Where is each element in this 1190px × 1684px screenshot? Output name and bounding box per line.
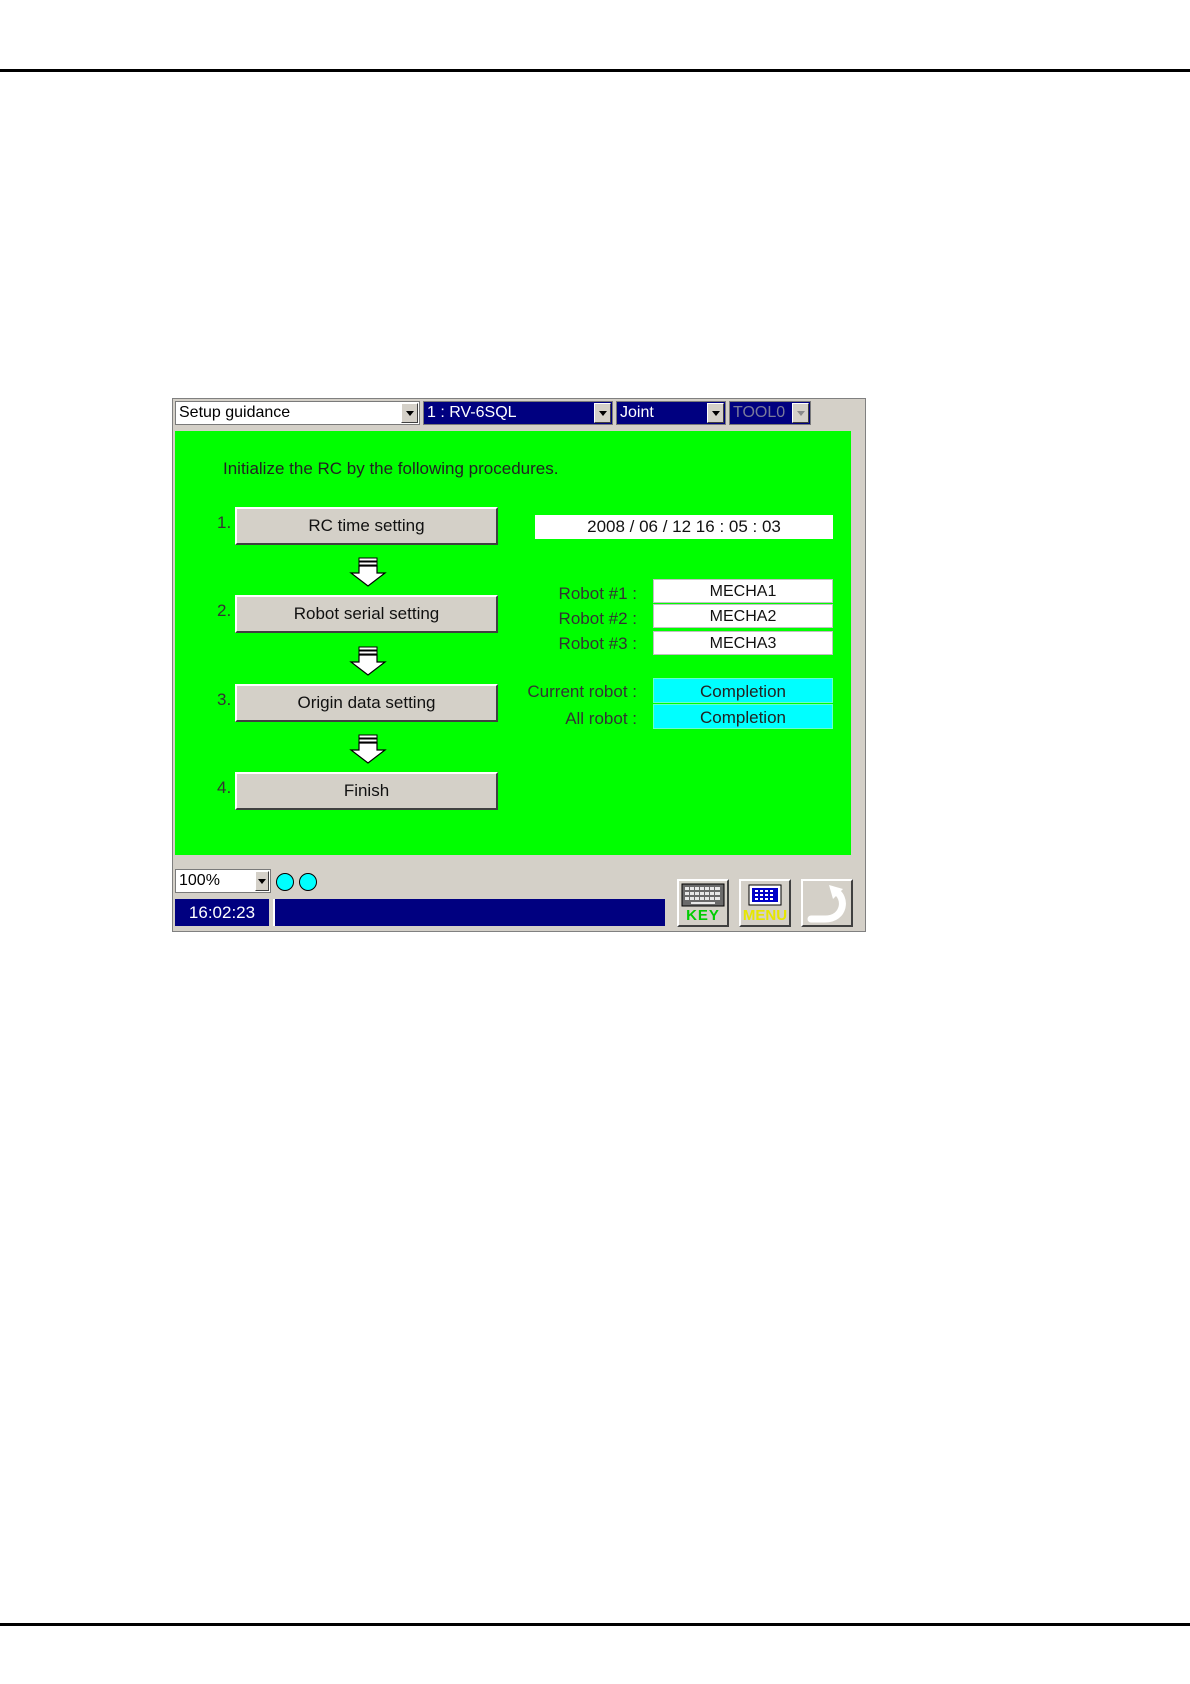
chevron-down-icon[interactable] bbox=[594, 403, 611, 423]
keyboard-button-label: KEY bbox=[686, 907, 720, 924]
finish-button[interactable]: Finish bbox=[235, 772, 498, 810]
bottom-rule bbox=[0, 1623, 1190, 1626]
instruction-text: Initialize the RC by the following proce… bbox=[223, 459, 559, 478]
rc-datetime: 2008 / 06 / 12 16 : 05 : 03 bbox=[535, 515, 833, 539]
step-number: 4. bbox=[217, 778, 232, 797]
robot-select[interactable]: 1 : RV-6SQL bbox=[423, 401, 613, 425]
step-number: 3. bbox=[217, 690, 232, 709]
return-button[interactable] bbox=[801, 879, 853, 927]
jog-mode-select[interactable]: Joint bbox=[616, 401, 726, 425]
robot-serial-value: MECHA1 bbox=[653, 579, 833, 603]
teach-pendant-window: Setup guidance 1 : RV-6SQL Joint TOOL0 I… bbox=[172, 398, 866, 932]
tool-select[interactable]: TOOL0 bbox=[729, 401, 811, 425]
robot-label: Robot #1 : bbox=[558, 584, 637, 603]
chevron-down-icon[interactable] bbox=[255, 871, 269, 891]
step-number: 1. bbox=[217, 513, 232, 532]
clock: 16:02:23 bbox=[175, 899, 269, 926]
chevron-down-icon[interactable] bbox=[707, 403, 724, 423]
top-rule bbox=[0, 69, 1190, 72]
override-select[interactable]: 100% bbox=[175, 869, 271, 893]
status-lamp-icon bbox=[276, 873, 294, 891]
menu-button[interactable]: MENU bbox=[739, 879, 791, 927]
all-robot-label: All robot : bbox=[565, 709, 637, 728]
override-value: 100% bbox=[179, 872, 220, 889]
tool-select-value: TOOL0 bbox=[733, 404, 786, 421]
message-bar bbox=[273, 899, 665, 926]
return-arrow-icon bbox=[807, 885, 846, 923]
current-robot-label: Current robot : bbox=[527, 682, 637, 701]
down-arrow-icon bbox=[349, 557, 387, 587]
screen-select[interactable]: Setup guidance bbox=[175, 401, 420, 425]
down-arrow-icon bbox=[349, 734, 387, 764]
robot-serial-value: MECHA2 bbox=[653, 604, 833, 628]
menu-button-label: MENU bbox=[742, 907, 788, 924]
rc-time-setting-button[interactable]: RC time setting bbox=[235, 507, 498, 545]
current-robot-status: Completion bbox=[653, 678, 833, 703]
setup-guidance-panel: Initialize the RC by the following proce… bbox=[175, 431, 851, 855]
status-lamp-icon bbox=[299, 873, 317, 891]
chevron-down-icon[interactable] bbox=[792, 403, 809, 423]
screen-select-value: Setup guidance bbox=[179, 404, 291, 421]
robot-label: Robot #3 : bbox=[558, 634, 637, 653]
robot-select-value: 1 : RV-6SQL bbox=[427, 404, 517, 421]
robot-serial-setting-button[interactable]: Robot serial setting bbox=[235, 595, 498, 633]
down-arrow-icon bbox=[349, 646, 387, 676]
step-number: 2. bbox=[217, 601, 232, 620]
robot-serial-value: MECHA3 bbox=[653, 631, 833, 655]
chevron-down-icon[interactable] bbox=[401, 403, 418, 423]
keyboard-button[interactable]: KEY bbox=[677, 879, 729, 927]
jog-mode-value: Joint bbox=[620, 404, 654, 421]
all-robot-status: Completion bbox=[653, 704, 833, 729]
robot-label: Robot #2 : bbox=[558, 609, 637, 628]
